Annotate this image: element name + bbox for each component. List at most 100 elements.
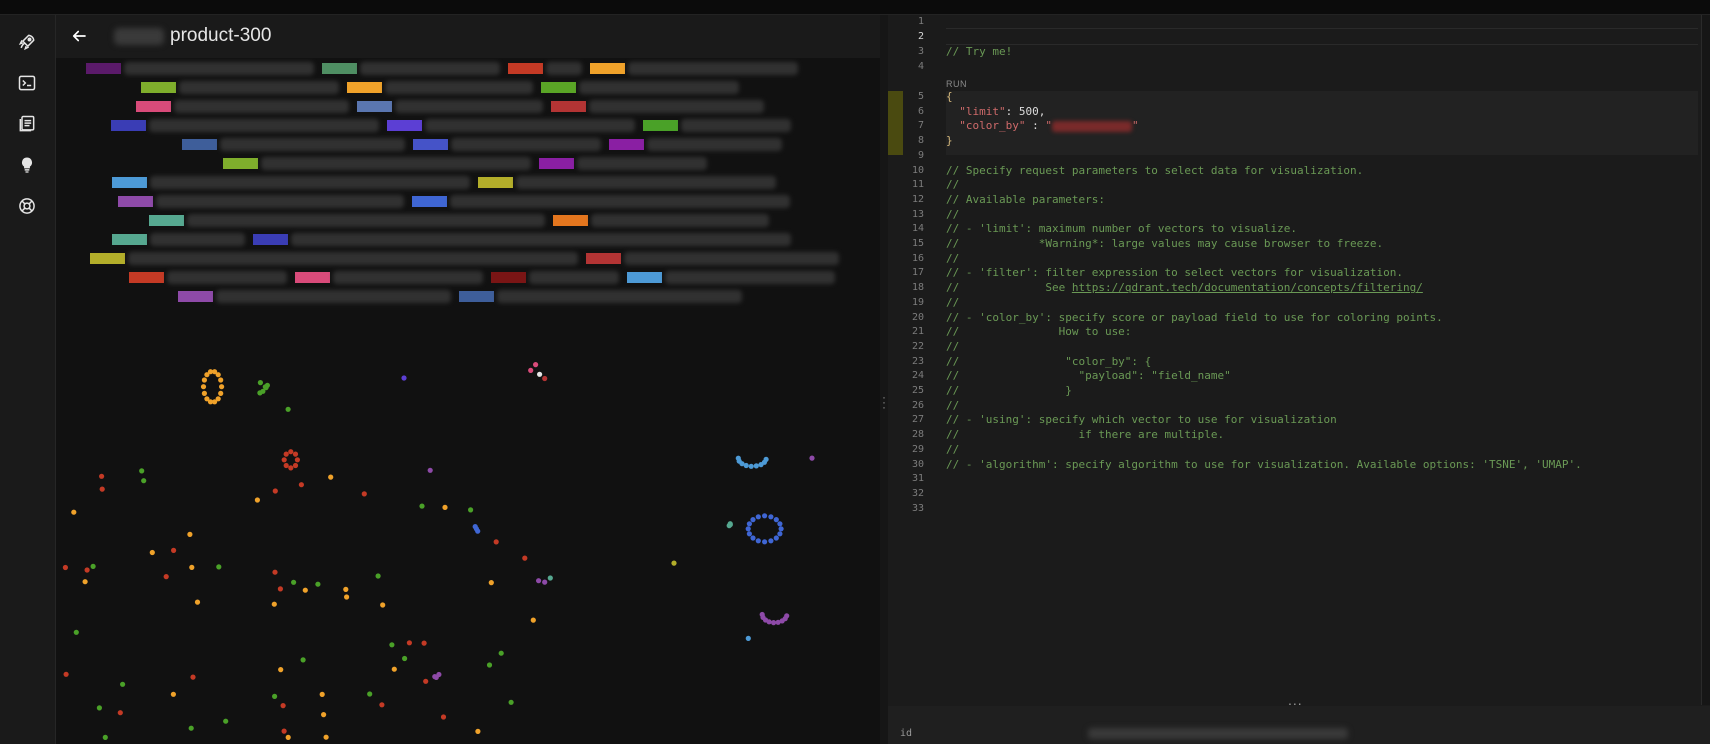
legend-swatch[interactable] — [112, 234, 147, 245]
scatter-point[interactable] — [401, 375, 407, 381]
scatter-point[interactable] — [285, 406, 291, 412]
scatter-point[interactable] — [288, 465, 294, 471]
scatter-point[interactable] — [188, 725, 194, 731]
legend-swatch[interactable] — [86, 63, 121, 74]
legend-swatch[interactable] — [118, 196, 153, 207]
legend-swatch[interactable] — [295, 272, 330, 283]
scatter-point[interactable] — [82, 579, 88, 585]
scatter-point[interactable] — [468, 507, 474, 513]
legend-swatch[interactable] — [551, 101, 586, 112]
scatter-point[interactable] — [218, 390, 224, 396]
legend-label-redacted[interactable] — [665, 271, 835, 284]
scatter-point[interactable] — [758, 462, 764, 468]
docs-link[interactable]: https://qdrant.tech/documentation/concep… — [1072, 281, 1423, 294]
scatter-point[interactable] — [288, 449, 294, 455]
legend-label-redacted[interactable] — [150, 233, 245, 246]
code-line[interactable]: // - 'limit': maximum number of vectors … — [946, 221, 1297, 237]
scatter-point[interactable] — [419, 503, 425, 509]
scatter-point[interactable] — [745, 635, 751, 642]
legend-swatch[interactable] — [387, 120, 422, 131]
legend-label-redacted[interactable] — [187, 214, 545, 227]
scatter-point[interactable] — [117, 710, 123, 716]
legend-label-redacted[interactable] — [591, 214, 769, 227]
scatter-point[interactable] — [389, 642, 395, 648]
legend-swatch[interactable] — [112, 177, 147, 188]
scatter-point[interactable] — [768, 538, 774, 544]
scatter-point[interactable] — [272, 569, 278, 575]
legend-label-redacted[interactable] — [451, 138, 601, 151]
result-splitter[interactable]: ... — [888, 692, 1710, 708]
scatter-point[interactable] — [323, 734, 329, 740]
legend-label-redacted[interactable] — [425, 119, 635, 132]
scatter-point[interactable] — [272, 693, 278, 700]
lightbulb-icon[interactable] — [14, 152, 40, 178]
scatter-point[interactable] — [321, 712, 327, 718]
scatter-point[interactable] — [777, 531, 783, 537]
scatter-point[interactable] — [218, 377, 224, 383]
scatter-point[interactable] — [773, 535, 779, 541]
legend-swatch[interactable] — [590, 63, 625, 74]
legend-label-redacted[interactable] — [179, 81, 339, 94]
code-line[interactable]: // if there are multiple. — [946, 427, 1224, 443]
scatter-point[interactable] — [201, 390, 207, 396]
legend-label-redacted[interactable] — [516, 176, 776, 189]
scatter-point[interactable] — [442, 504, 448, 510]
scatter-point[interactable] — [190, 674, 196, 680]
scatter-point[interactable] — [62, 564, 68, 571]
legend-label-redacted[interactable] — [174, 100, 349, 113]
lifebuoy-icon[interactable] — [14, 193, 40, 219]
scatter-point[interactable] — [755, 514, 761, 520]
scatter-point[interactable] — [379, 702, 385, 708]
code-line[interactable]: // Try me! — [946, 44, 1012, 60]
legend-swatch[interactable] — [90, 253, 125, 264]
scatter-point[interactable] — [536, 578, 542, 584]
terminal-icon[interactable] — [14, 70, 40, 96]
scatter-point[interactable] — [528, 367, 534, 373]
legend-swatch[interactable] — [553, 215, 588, 226]
legend-swatch[interactable] — [539, 158, 574, 169]
code-line[interactable]: // — [946, 398, 959, 414]
scatter-point[interactable] — [300, 657, 306, 663]
code-content[interactable]: // Try me! { "limit": 500, "color_by" : "… — [946, 15, 1696, 705]
scatter-point[interactable] — [204, 396, 210, 402]
legend-swatch[interactable] — [178, 291, 213, 302]
legend-label-redacted[interactable] — [220, 138, 405, 151]
code-line[interactable]: // — [946, 251, 959, 267]
scatter-point[interactable] — [139, 468, 145, 474]
legend-label-redacted[interactable] — [395, 100, 543, 113]
collections-icon[interactable] — [14, 111, 40, 137]
legend-label-redacted[interactable] — [589, 100, 764, 113]
scatter-point[interactable] — [120, 681, 126, 687]
legend-swatch[interactable] — [413, 139, 448, 150]
scatter-point[interactable] — [727, 522, 733, 528]
legend-swatch[interactable] — [541, 82, 576, 93]
code-line[interactable]: // Available parameters: — [946, 192, 1105, 208]
code-line[interactable]: // — [946, 207, 959, 223]
scatter-point[interactable] — [298, 482, 304, 488]
code-line[interactable]: // *Warning*: large values may cause bro… — [946, 236, 1383, 252]
scatter-point[interactable] — [215, 372, 221, 378]
scatter-point[interactable] — [746, 521, 753, 527]
legend-swatch[interactable] — [149, 215, 184, 226]
code-line[interactable]: // — [946, 442, 959, 458]
legend-swatch[interactable] — [586, 253, 621, 264]
legend-swatch[interactable] — [253, 234, 288, 245]
code-line[interactable]: // How to use: — [946, 324, 1131, 340]
scatter-point[interactable] — [315, 581, 321, 587]
scatter-point[interactable] — [493, 539, 499, 545]
legend-swatch[interactable] — [609, 139, 644, 150]
scatter-point[interactable] — [280, 703, 286, 709]
scatter-point[interactable] — [292, 462, 299, 469]
scatter-point[interactable] — [778, 526, 784, 532]
legend-label-redacted[interactable] — [150, 176, 470, 189]
scatter-point[interactable] — [768, 514, 774, 520]
scatter-point[interactable] — [671, 560, 677, 566]
scatter-point[interactable] — [254, 497, 260, 503]
legend-label-redacted[interactable] — [149, 119, 379, 132]
legend-swatch[interactable] — [459, 291, 494, 302]
scatter-point[interactable] — [264, 382, 270, 388]
scatter-point[interactable] — [542, 375, 548, 382]
scatter-point[interactable] — [281, 728, 287, 734]
legend-label-redacted[interactable] — [450, 195, 790, 208]
scatter-point[interactable] — [99, 486, 105, 492]
